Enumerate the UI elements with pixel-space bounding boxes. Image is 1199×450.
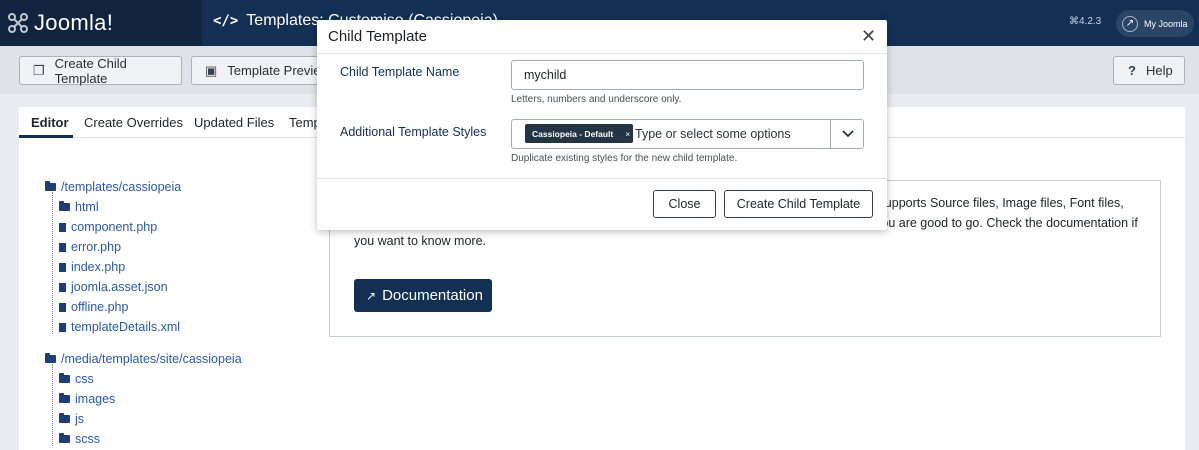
code-icon: </> xyxy=(213,13,239,29)
tree-file-index-php[interactable]: index.php xyxy=(59,260,125,274)
external-link-icon: ↗ xyxy=(1122,15,1138,32)
modal-footer-divider xyxy=(317,178,887,179)
folder-icon xyxy=(59,393,70,403)
child-template-modal: Child Template ✕ Child Template Name Let… xyxy=(317,20,887,230)
modal-title: Child Template xyxy=(328,28,427,45)
documentation-label: Documentation xyxy=(382,287,483,304)
modal-header: Child Template ✕ xyxy=(317,20,887,54)
modal-create-child-template-button[interactable]: Create Child Template xyxy=(724,190,873,218)
child-template-name-label: Child Template Name xyxy=(340,65,460,79)
help-label: Help xyxy=(1145,63,1173,78)
tree-file-component-php[interactable]: component.php xyxy=(59,220,157,234)
folder-icon xyxy=(59,433,70,443)
tree-item-label: offline.php xyxy=(71,300,129,314)
image-icon: ▣ xyxy=(205,62,218,78)
tree-item-label: error.php xyxy=(71,240,122,254)
tree-item-label: css xyxy=(75,372,94,386)
additional-template-styles-hint: Duplicate existing styles for the new ch… xyxy=(511,153,738,164)
create-child-template-label: Create Child Template xyxy=(54,55,127,86)
tree-item-label: templateDetails.xml xyxy=(71,320,181,334)
tab-create-overrides[interactable]: Create Overrides xyxy=(84,115,183,130)
create-child-template-button[interactable]: ❐ Create Child Template xyxy=(19,55,182,86)
tree-file-error-php[interactable]: error.php xyxy=(59,240,121,254)
folder-icon xyxy=(59,373,70,383)
modal-close-button[interactable]: Close xyxy=(653,190,716,218)
folder-icon xyxy=(45,181,56,191)
template-preview-label: Template Preview xyxy=(227,63,330,78)
info-text-line-1: ger supports Source files, Image files, … xyxy=(857,196,1124,210)
tree-folder-html[interactable]: html xyxy=(59,200,99,214)
question-icon: ? xyxy=(1128,63,1136,78)
tree-folder-scss[interactable]: scss xyxy=(59,432,100,446)
tree-item-label: component.php xyxy=(71,220,158,234)
file-icon xyxy=(59,302,66,312)
copy-icon: ❐ xyxy=(33,62,45,78)
tree-item-label: index.php xyxy=(71,260,126,274)
file-icon xyxy=(59,222,66,232)
file-icon xyxy=(59,282,66,292)
joomla-logo[interactable]: Joomla! xyxy=(0,0,202,46)
child-template-name-hint: Letters, numbers and underscore only. xyxy=(511,94,682,105)
chevron-down-icon xyxy=(841,130,854,138)
tree-folder-label: /media/templates/site/cassiopeia xyxy=(61,352,242,366)
tree-folder-css[interactable]: css xyxy=(59,372,94,386)
tree-file-templatedetails-xml[interactable]: templateDetails.xml xyxy=(59,320,180,334)
tree-item-label: scss xyxy=(75,432,100,446)
dropdown-toggle[interactable] xyxy=(830,120,864,148)
version-label: ⌘4.2.3 xyxy=(1069,16,1102,27)
tree-folder-js[interactable]: js xyxy=(59,412,84,426)
tree-guide xyxy=(52,364,53,446)
tab-editor[interactable]: Editor xyxy=(31,115,69,130)
tree-folder-templates-cassiopeia[interactable]: /templates/cassiopeia xyxy=(45,180,181,194)
selected-style-label: Cassiopeia - Default xyxy=(532,128,614,139)
folder-icon xyxy=(59,413,70,423)
styles-search-input[interactable]: Type or select some options xyxy=(635,127,791,141)
tree-item-label: html xyxy=(75,200,99,214)
modal-close-icon[interactable]: ✕ xyxy=(861,27,876,45)
file-icon xyxy=(59,262,66,272)
child-template-name-input[interactable] xyxy=(511,60,864,90)
template-preview-button[interactable]: ▣ Template Preview xyxy=(191,56,331,85)
tree-item-label: images xyxy=(75,392,116,406)
tab-updated-files[interactable]: Updated Files xyxy=(194,115,274,130)
additional-template-styles-label: Additional Template Styles xyxy=(340,125,487,139)
file-icon xyxy=(59,242,66,252)
tree-folder-label: /templates/cassiopeia xyxy=(61,180,182,194)
active-tab-indicator xyxy=(19,135,73,138)
my-joomla-label: My Joomla xyxy=(1144,18,1188,29)
file-icon xyxy=(59,322,66,332)
folder-icon xyxy=(59,201,70,211)
tree-folder-media-templates-cassiopeia[interactable]: /media/templates/site/cassiopeia xyxy=(45,352,242,366)
logo-text: Joomla! xyxy=(34,10,114,35)
my-joomla-button[interactable]: ↗ My Joomla xyxy=(1116,10,1194,37)
external-link-icon: ↗ xyxy=(366,288,377,303)
remove-chip-icon[interactable]: × xyxy=(625,129,630,139)
tree-file-joomla-asset-json[interactable]: joomla.asset.json xyxy=(59,280,168,294)
folder-icon xyxy=(45,353,56,363)
joomla-logo-icon xyxy=(8,13,28,33)
documentation-button[interactable]: ↗ Documentation xyxy=(354,279,492,312)
tree-item-label: js xyxy=(75,412,85,426)
additional-template-styles-select[interactable]: Cassiopeia - Default × Type or select so… xyxy=(511,119,864,149)
help-button[interactable]: ? Help xyxy=(1113,56,1185,85)
tree-item-label: joomla.asset.json xyxy=(71,280,168,294)
tree-file-offline-php[interactable]: offline.php xyxy=(59,300,128,314)
tree-folder-images[interactable]: images xyxy=(59,392,115,406)
selected-style-chip: Cassiopeia - Default × xyxy=(525,124,633,143)
tree-guide xyxy=(52,192,53,334)
